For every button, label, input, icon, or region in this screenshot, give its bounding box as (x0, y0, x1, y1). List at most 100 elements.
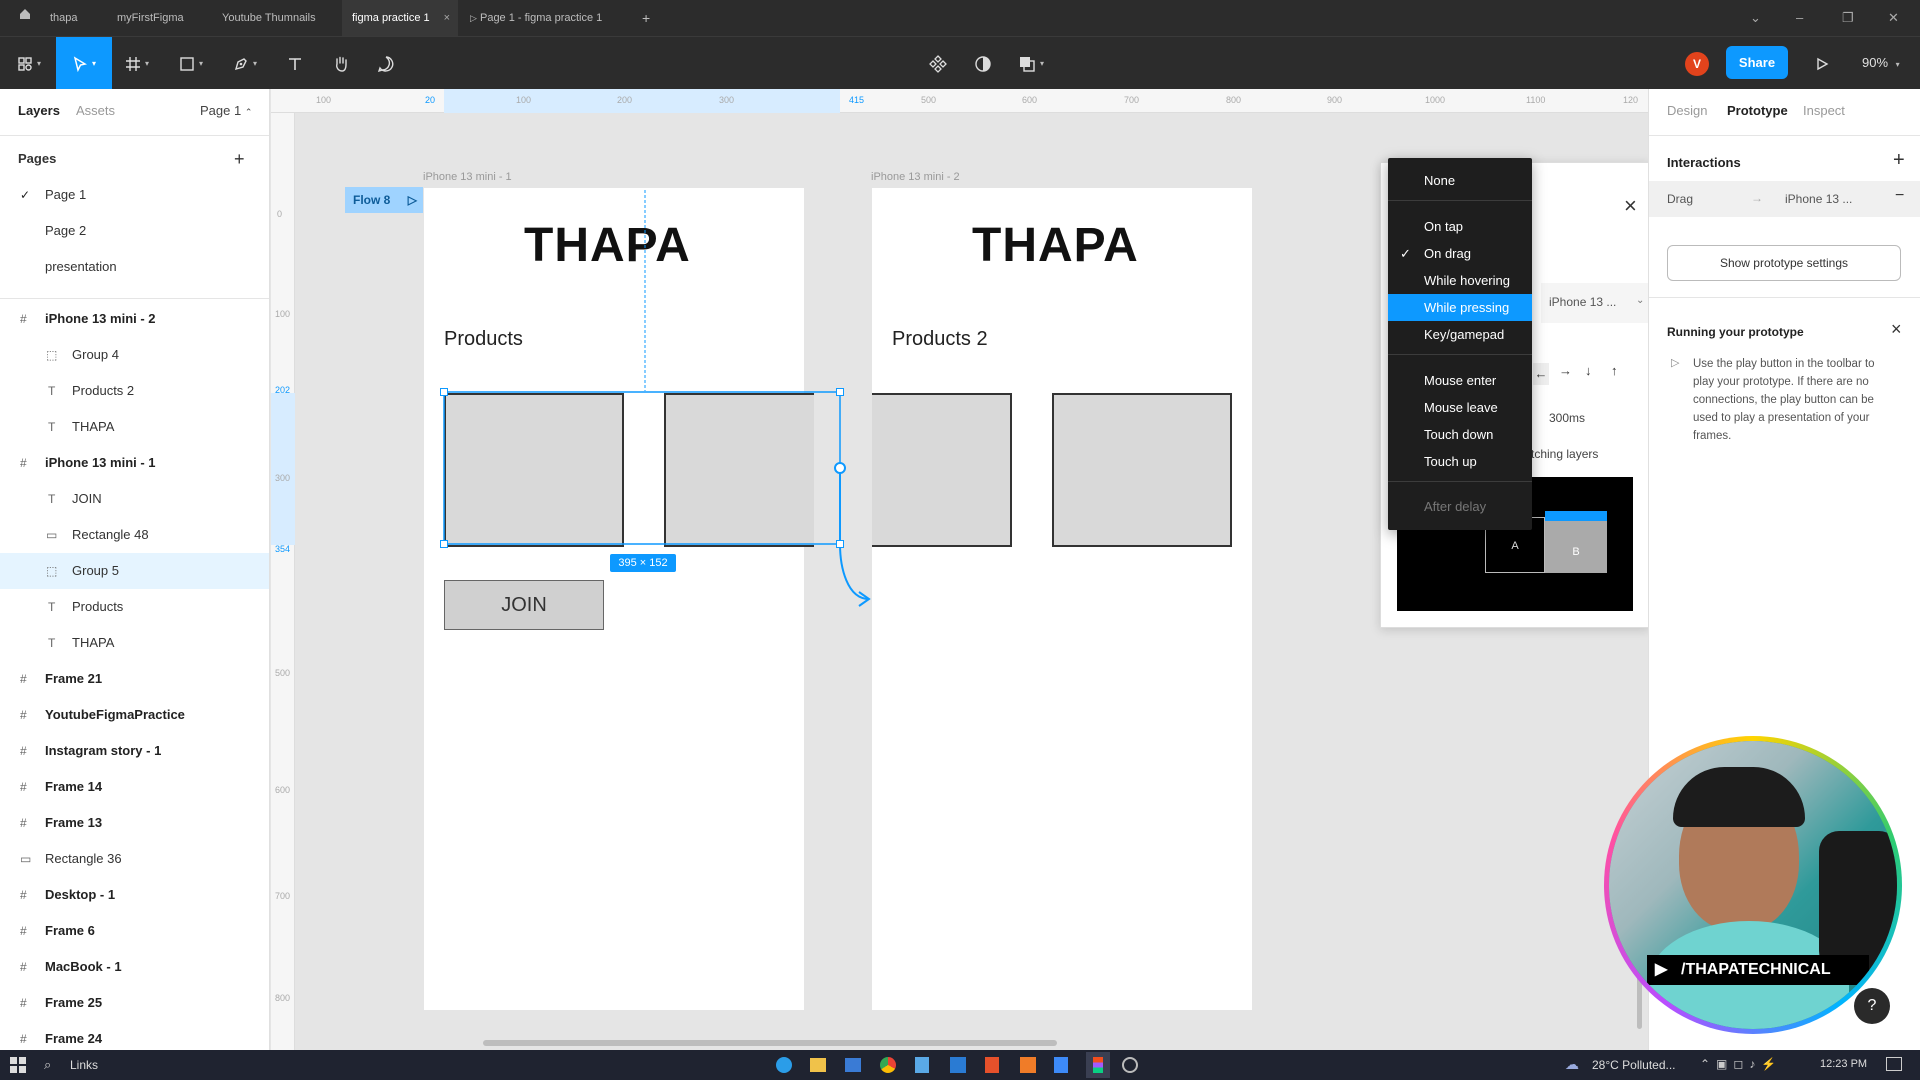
chevron-down-icon[interactable]: ⌄ (1750, 0, 1761, 36)
layer-row[interactable]: T Products 2 (0, 373, 269, 409)
show-prototype-settings-button[interactable]: Show prototype settings (1667, 245, 1901, 281)
zoom-dropdown[interactable]: 90% ▾ (1862, 46, 1900, 79)
menu-item-while-pressing[interactable]: While pressing (1388, 294, 1532, 321)
close-icon[interactable]: × (1891, 319, 1902, 340)
layer-row[interactable]: T Products (0, 589, 269, 625)
layer-row[interactable]: # Frame 21 (0, 661, 269, 697)
office-icon[interactable] (985, 1057, 999, 1073)
app-icon[interactable] (1054, 1057, 1068, 1073)
system-tray-icons[interactable]: ⌃▣◻♪⚡ (1700, 1057, 1782, 1071)
menu-item-touch-down[interactable]: Touch down (1388, 421, 1532, 448)
close-window-icon[interactable]: ✕ (1888, 0, 1899, 36)
text-tool-button[interactable] (270, 37, 320, 90)
resize-handle[interactable] (440, 540, 448, 548)
page-item[interactable]: ✓ Page 1 (0, 177, 269, 213)
component-icon[interactable] (913, 37, 963, 90)
page-item[interactable]: Page 2 (0, 213, 269, 249)
add-page-icon[interactable]: + (234, 141, 245, 177)
direction-left-button[interactable]: ← (1533, 363, 1549, 385)
tab-layers[interactable]: Layers (18, 103, 60, 118)
close-tab-icon[interactable]: × (444, 0, 450, 36)
tab-design[interactable]: Design (1667, 103, 1707, 118)
notifications-icon[interactable] (1886, 1057, 1902, 1071)
search-label[interactable]: Links (70, 1058, 98, 1072)
mask-icon[interactable] (958, 37, 1008, 90)
comment-tool-button[interactable] (361, 37, 411, 90)
layer-row[interactable]: T THAPA (0, 625, 269, 661)
layer-row[interactable]: # Instagram story - 1 (0, 733, 269, 769)
weather-text[interactable]: 28°C Polluted... (1592, 1058, 1676, 1072)
resize-handle[interactable] (440, 388, 448, 396)
layer-row[interactable]: # YoutubeFigmaPractice (0, 697, 269, 733)
shape-tool-button[interactable]: ▾ (166, 37, 216, 90)
page-selector[interactable]: Page 1 ⌃ (200, 103, 252, 118)
tab-prototype[interactable]: Prototype (1727, 103, 1788, 118)
page-item[interactable]: presentation (0, 249, 269, 285)
file-tab[interactable]: thapa (40, 0, 88, 36)
app-icon[interactable] (915, 1057, 929, 1073)
layer-row[interactable]: # iPhone 13 mini - 1 (0, 445, 269, 481)
layer-row[interactable]: ⬚ Group 4 (0, 337, 269, 373)
layer-row[interactable]: ▭ Rectangle 36 (0, 841, 269, 877)
app-icon[interactable] (1020, 1057, 1036, 1073)
prototype-tab[interactable]: ▷ Page 1 - figma practice 1 (460, 0, 612, 36)
figma-taskbar-icon[interactable] (1086, 1052, 1110, 1078)
resize-handle[interactable] (836, 388, 844, 396)
layer-row[interactable]: # Frame 24 (0, 1021, 269, 1050)
present-play-icon[interactable] (1797, 37, 1847, 90)
tab-inspect[interactable]: Inspect (1803, 103, 1845, 118)
clock[interactable]: 12:23 PM (1820, 1058, 1867, 1070)
interaction-row[interactable]: Drag → iPhone 13 ... − (1649, 181, 1920, 217)
layer-row[interactable]: # Desktop - 1 (0, 877, 269, 913)
layer-row[interactable]: ▭ Rectangle 48 (0, 517, 269, 553)
duration-value[interactable]: 300ms (1549, 411, 1585, 425)
menu-item-on-tap[interactable]: On tap (1388, 213, 1532, 240)
layer-row[interactable]: T JOIN (0, 481, 269, 517)
layer-row[interactable]: # Frame 6 (0, 913, 269, 949)
layer-row[interactable]: # Frame 13 (0, 805, 269, 841)
horizontal-scrollbar[interactable] (483, 1040, 1057, 1046)
menu-item-mouse-leave[interactable]: Mouse leave (1388, 394, 1532, 421)
pen-tool-button[interactable]: ▾ (220, 37, 270, 90)
menu-item-on-drag[interactable]: ✓ On drag (1388, 240, 1532, 267)
windows-start-icon[interactable] (10, 1057, 26, 1073)
clock-app-icon[interactable] (1122, 1057, 1138, 1073)
resize-handle[interactable] (836, 540, 844, 548)
main-menu-button[interactable]: ▾ (4, 37, 54, 90)
direction-down-button[interactable]: ↓ (1585, 363, 1592, 378)
layer-row[interactable]: # iPhone 13 mini - 2 (0, 301, 269, 337)
frame-tool-button[interactable]: ▾ (112, 37, 162, 90)
menu-item-while-hovering[interactable]: While hovering (1388, 267, 1532, 294)
tab-assets[interactable]: Assets (76, 103, 115, 118)
edge-icon[interactable] (776, 1057, 792, 1073)
new-tab-button[interactable]: + (632, 0, 660, 36)
layer-row-selected[interactable]: ⬚ Group 5 (0, 553, 269, 589)
menu-item-key-gamepad[interactable]: Key/gamepad (1388, 321, 1532, 348)
search-icon[interactable]: ⌕ (44, 1057, 51, 1073)
move-tool-button[interactable]: ▾ (56, 37, 112, 90)
layer-row[interactable]: # MacBook - 1 (0, 949, 269, 985)
boolean-ops-icon[interactable]: ▾ (1006, 37, 1056, 90)
menu-item-none[interactable]: None (1388, 167, 1532, 194)
menu-item-mouse-enter[interactable]: Mouse enter (1388, 367, 1532, 394)
direction-up-button[interactable]: ↑ (1611, 363, 1618, 378)
chrome-icon[interactable] (880, 1057, 896, 1073)
file-tab[interactable]: myFirstFigma (107, 0, 194, 36)
close-icon[interactable]: × (1624, 193, 1637, 219)
hand-tool-button[interactable] (316, 37, 366, 90)
layer-row[interactable]: T THAPA (0, 409, 269, 445)
layer-row[interactable]: # Frame 25 (0, 985, 269, 1021)
vscode-icon[interactable] (950, 1057, 966, 1073)
minimize-icon[interactable]: – (1796, 0, 1803, 36)
remove-interaction-icon[interactable]: − (1895, 187, 1904, 205)
share-button[interactable]: Share (1726, 46, 1788, 79)
avatar[interactable]: V (1685, 52, 1709, 76)
layer-row[interactable]: # Frame 14 (0, 769, 269, 805)
mail-icon[interactable] (845, 1058, 861, 1072)
file-explorer-icon[interactable] (810, 1058, 826, 1072)
file-tab[interactable]: Youtube Thumnails (212, 0, 326, 36)
help-icon[interactable]: ? (1854, 988, 1890, 1024)
destination-select[interactable]: iPhone 13 ... ⌄ (1541, 283, 1651, 323)
home-icon[interactable] (8, 0, 42, 36)
restore-icon[interactable]: ❐ (1842, 0, 1854, 36)
